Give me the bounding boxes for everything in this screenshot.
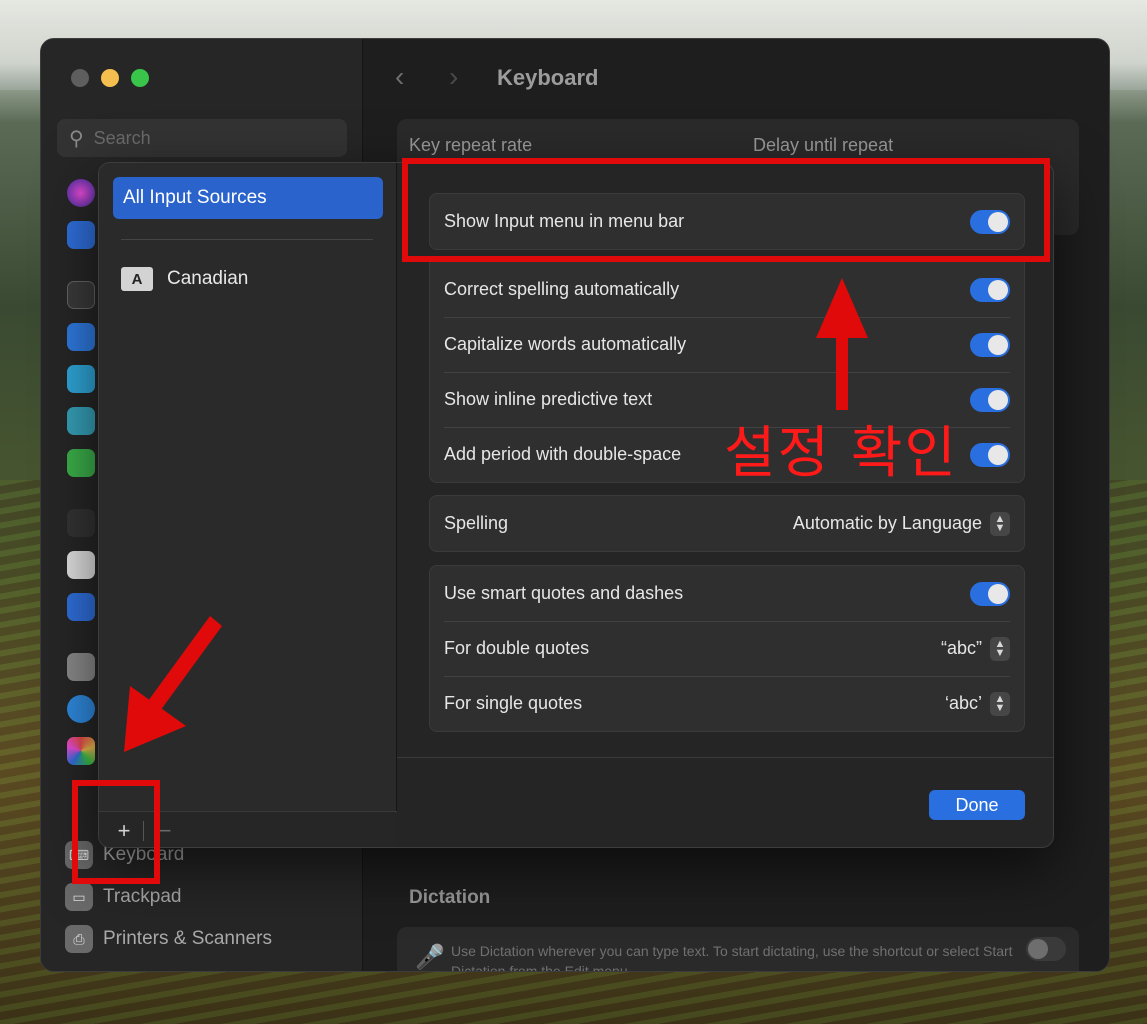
annotation-label: 설정 확인: [724, 421, 958, 486]
row-label: Use smart quotes and dashes: [444, 583, 684, 603]
delay-repeat-label: Delay until repeat: [753, 135, 894, 155]
correct-spelling-toggle[interactable]: [970, 277, 1010, 302]
close-button[interactable]: [71, 69, 89, 87]
predictive-text-toggle[interactable]: [970, 387, 1010, 412]
row-label: For single quotes: [444, 693, 583, 713]
highlight-box-input-menu: [402, 158, 1050, 262]
page-title: Keyboard: [497, 65, 599, 90]
input-source-badge: A: [121, 267, 153, 291]
forward-chevron-icon[interactable]: ›: [449, 61, 458, 93]
internet-accounts-icon[interactable]: [67, 695, 95, 723]
game-center-icon[interactable]: [67, 737, 95, 765]
search-icon: ⚲: [69, 127, 84, 150]
double-quotes-popup[interactable]: “abc” ▲ ▼: [940, 636, 1010, 661]
search-placeholder: Search: [93, 127, 151, 148]
done-button[interactable]: Done: [929, 790, 1025, 820]
displays-icon[interactable]: [67, 323, 95, 351]
spelling-popup[interactable]: Automatic by Language ▲ ▼: [792, 511, 1010, 536]
sidebar-item-label: Printers & Scanners: [103, 928, 272, 949]
search-field[interactable]: ⚲ Search: [57, 119, 347, 157]
double-quotes-value: “abc”: [940, 638, 982, 658]
minimize-button[interactable]: [101, 69, 119, 87]
traffic-lights: [71, 69, 149, 87]
row-label: For double quotes: [444, 638, 590, 658]
double-space-period-toggle[interactable]: [970, 442, 1010, 467]
microphone-icon: 🎤: [415, 944, 445, 971]
spelling-group: Spelling Automatic by Language ▲ ▼: [429, 495, 1025, 552]
privacy-hand-icon[interactable]: [67, 221, 95, 249]
updown-chevron-icon: ▲ ▼: [990, 636, 1010, 661]
zoom-button[interactable]: [131, 69, 149, 87]
row-label: Add period with double-space: [444, 444, 682, 464]
correct-spelling-row: Correct spelling automatically: [430, 262, 1024, 317]
input-sources-list: All Input Sources A Canadian + −: [99, 163, 397, 847]
single-quotes-value: ‘abc’: [944, 693, 982, 713]
input-sources-sheet: All Input Sources A Canadian + − Show In…: [98, 162, 1054, 848]
trackpad-icon: ▭: [65, 883, 93, 911]
sidebar-item-trackpad[interactable]: ▭ Trackpad: [65, 883, 182, 911]
input-source-item[interactable]: A Canadian: [121, 267, 248, 291]
single-quotes-popup[interactable]: ‘abc’ ▲ ▼: [944, 691, 1010, 716]
input-source-label: Canadian: [167, 268, 249, 289]
sheet-footer: Done: [397, 757, 1053, 847]
printer-icon: ⎙: [65, 925, 93, 953]
quotes-group: Use smart quotes and dashes For double q…: [429, 565, 1025, 732]
highlight-box-plus-button: [72, 780, 160, 884]
dictation-description: Use Dictation wherever you can type text…: [451, 943, 1013, 972]
back-chevron-icon[interactable]: ‹: [395, 61, 404, 93]
row-label: Spelling: [444, 513, 509, 533]
smart-quotes-toggle[interactable]: [970, 581, 1010, 606]
single-quotes-row: For single quotes ‘abc’ ▲ ▼: [430, 676, 1024, 731]
capitalize-words-row: Capitalize words automatically: [430, 317, 1024, 372]
screensaver-icon[interactable]: [67, 365, 95, 393]
divider: [121, 239, 373, 240]
passwords-icon[interactable]: [67, 653, 95, 681]
updown-chevron-icon: ▲ ▼: [990, 691, 1010, 716]
double-quotes-row: For double quotes “abc” ▲ ▼: [430, 621, 1024, 676]
sidebar-item-label: Trackpad: [103, 886, 182, 907]
row-label: Capitalize words automatically: [444, 334, 687, 354]
spelling-row: Spelling Automatic by Language ▲ ▼: [430, 496, 1024, 551]
siri-icon[interactable]: [67, 179, 95, 207]
wallpaper-icon[interactable]: [67, 407, 95, 435]
users-groups-icon[interactable]: [67, 593, 95, 621]
titlebar: ‹ › Keyboard: [363, 39, 1109, 119]
capitalize-words-toggle[interactable]: [970, 332, 1010, 357]
dictation-title: Dictation: [409, 887, 491, 908]
row-label: Correct spelling automatically: [444, 279, 680, 299]
all-input-sources-item[interactable]: All Input Sources: [113, 177, 383, 219]
battery-icon[interactable]: [67, 449, 95, 477]
key-repeat-label: Key repeat rate: [409, 135, 533, 155]
row-label: Show inline predictive text: [444, 389, 653, 409]
dictation-toggle[interactable]: [1026, 937, 1066, 961]
lock-screen-icon[interactable]: [67, 509, 95, 537]
touch-id-icon[interactable]: [67, 551, 95, 579]
sidebar-item-printers[interactable]: ⎙ Printers & Scanners: [65, 925, 272, 953]
spelling-value: Automatic by Language: [792, 513, 982, 533]
updown-chevron-icon: ▲ ▼: [990, 511, 1010, 536]
desktop-dock-icon[interactable]: [67, 281, 95, 309]
smart-quotes-row: Use smart quotes and dashes: [430, 566, 1024, 621]
